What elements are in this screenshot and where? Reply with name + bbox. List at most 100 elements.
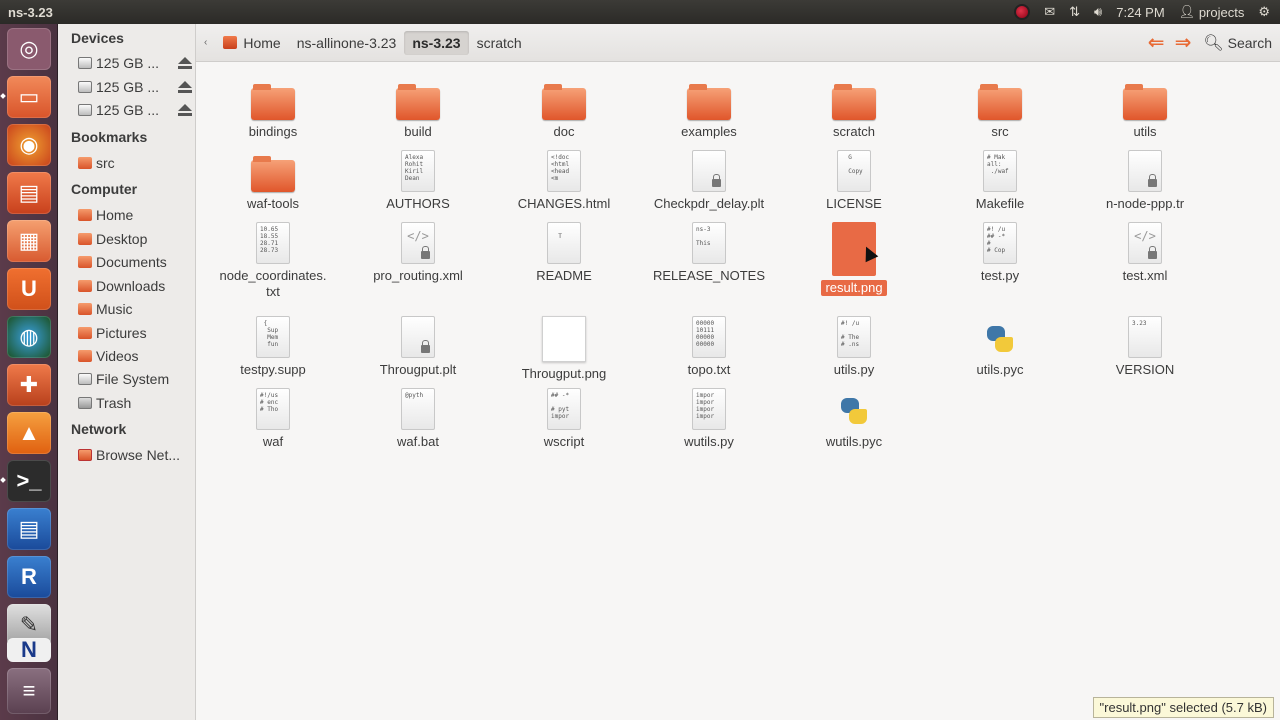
lock-icon [421, 246, 430, 259]
file-item[interactable]: bindings [209, 76, 337, 140]
r-icon[interactable]: R [7, 556, 51, 598]
sidebar-item-music[interactable]: Music [78, 298, 196, 320]
user-menu[interactable]: 👤︎ projects [1179, 4, 1245, 20]
files-icon[interactable]: ▭ [7, 76, 51, 118]
text-file-icon: T [542, 220, 586, 264]
file-item[interactable]: doc [500, 76, 628, 140]
file-item[interactable]: ## -* # pyt impor wscript [500, 386, 628, 450]
volume-icon[interactable]: 🔊︎ [1094, 4, 1102, 20]
file-item[interactable]: 00000 10111 00000 00000 topo.txt [645, 314, 773, 378]
file-item[interactable]: src [936, 76, 1064, 140]
locked-file-icon [1123, 148, 1167, 192]
file-item[interactable]: G Copy LICENSE [790, 148, 918, 212]
sidebar-item-desktop[interactable]: Desktop [78, 228, 196, 250]
file-item[interactable]: <!doc <html <head <m CHANGES.html [500, 148, 628, 212]
breadcrumb-ns-allinone[interactable]: ns-allinone-3.23 [289, 31, 405, 55]
file-name: doc [553, 124, 575, 139]
session-gear-icon[interactable]: ⚙ [1258, 4, 1270, 20]
file-item[interactable]: #! /u # The # .ns utils.py [790, 314, 918, 378]
globe-icon[interactable]: ◍ [7, 316, 51, 358]
file-name: Checkpdr_delay.plt [653, 196, 765, 211]
software-center-icon[interactable]: ▦ [7, 220, 51, 262]
sidebar-item-trash[interactable]: Trash [78, 392, 196, 414]
eject-icon[interactable] [178, 104, 192, 116]
drive-icon [78, 57, 92, 69]
sidebar-item-home[interactable]: Home [78, 204, 196, 226]
mail-icon[interactable]: ✉ [1044, 4, 1055, 20]
sidebar-item-file-system[interactable]: File System [78, 368, 196, 390]
search-icon[interactable]: 🔍︎ [1203, 33, 1223, 53]
file-item[interactable]: </> pro_routing.xml [354, 220, 482, 284]
file-item[interactable]: 10.65 18.55 28.71 28.73 node_coordinates.… [209, 220, 337, 300]
file-item[interactable]: build [354, 76, 482, 140]
sidebar-item-videos[interactable]: Videos [78, 345, 196, 367]
file-item[interactable]: utils.pyc [936, 314, 1064, 378]
terminal-icon[interactable]: >_ [7, 460, 51, 502]
folder-icon [396, 76, 440, 120]
file-item[interactable]: n-node-ppp.tr [1081, 148, 1209, 212]
impress-icon[interactable]: ▤ [7, 172, 51, 214]
forward-arrow-icon[interactable]: ⇒ [1175, 30, 1192, 55]
file-item[interactable]: @pyth waf.bat [354, 386, 482, 450]
writer-icon[interactable]: ▤ [7, 508, 51, 550]
videos-icon [78, 350, 92, 362]
file-item[interactable]: # Mak all: ./waf Makefile [936, 148, 1064, 212]
system-tray: ✉ ⇅ 🔊︎ 7:24 PM 👤︎ projects ⚙ [1014, 4, 1280, 20]
eject-icon[interactable] [178, 57, 192, 69]
settings-icon[interactable]: ✚ [7, 364, 51, 406]
drive-icon [78, 104, 92, 116]
trash-stack-icon[interactable]: ≡ [7, 668, 51, 714]
ubuntu-one-icon[interactable]: U [7, 268, 51, 310]
breadcrumb-ns-3-23[interactable]: ns-3.23 [404, 30, 469, 55]
file-item[interactable]: </> test.xml [1081, 220, 1209, 284]
record-indicator-icon[interactable] [1014, 4, 1031, 20]
file-item[interactable]: #!/us # enc # Tho waf [209, 386, 337, 450]
breadcrumb-home[interactable]: Home [215, 31, 288, 55]
file-item[interactable]: wutils.pyc [790, 386, 918, 450]
file-item[interactable]: examples [645, 76, 773, 140]
file-item[interactable]: Througput.png [500, 314, 628, 382]
sidebar-item-device-1[interactable]: 125 GB ... [78, 52, 196, 74]
folder-icon [978, 76, 1022, 120]
file-item[interactable]: Checkpdr_delay.plt [645, 148, 773, 212]
file-item[interactable]: T README [500, 220, 628, 284]
xml-file-icon: </> [1123, 220, 1167, 264]
sidebar-item-downloads[interactable]: Downloads [78, 275, 196, 297]
text-file-icon: { Sup Mem fun [251, 314, 295, 358]
text-file-icon: #! /u # The # .ns [832, 314, 876, 358]
documents-icon [78, 256, 92, 268]
sidebar-item-device-3[interactable]: 125 GB ... [78, 99, 196, 121]
vlc-icon[interactable]: ▲ [7, 412, 51, 454]
network-icon[interactable]: ⇅ [1069, 4, 1080, 20]
eject-icon[interactable] [178, 81, 192, 93]
file-item[interactable]: result.png [790, 220, 918, 296]
sidebar-item-documents[interactable]: Documents [78, 251, 196, 273]
file-item[interactable]: { Sup Mem fun testpy.supp [209, 314, 337, 378]
clock[interactable]: 7:24 PM [1116, 5, 1164, 20]
file-item[interactable]: waf-tools [209, 148, 337, 212]
file-item[interactable]: impor impor impor impor wutils.py [645, 386, 773, 450]
ubuntu-dash-icon[interactable]: ◎ [7, 28, 51, 70]
file-name: bindings [248, 124, 298, 139]
file-item[interactable]: 3.23 VERSION [1081, 314, 1209, 378]
sidebar-item-pictures[interactable]: Pictures [78, 322, 196, 344]
sidebar-item-browse-network[interactable]: Browse Net... [78, 444, 196, 466]
nam-icon[interactable]: N [7, 637, 51, 662]
breadcrumb-scratch[interactable]: scratch [469, 31, 530, 55]
sidebar-item-device-2[interactable]: 125 GB ... [78, 76, 196, 98]
file-name: wutils.py [684, 434, 734, 449]
path-scroll-left-icon[interactable]: ‹ [196, 37, 215, 48]
file-item[interactable]: ns-3 This RELEASE_NOTES [645, 220, 773, 284]
file-name: utils.py [833, 362, 875, 377]
folder-icon [832, 76, 876, 120]
search-button[interactable]: Search [1228, 35, 1272, 51]
file-item[interactable]: Alexa Rohit Kiril Dean AUTHORS [354, 148, 482, 212]
file-item[interactable]: scratch [790, 76, 918, 140]
firefox-icon[interactable]: ◉ [7, 124, 51, 166]
sidebar-item-src[interactable]: src [78, 152, 196, 174]
file-item[interactable]: Througput.plt [354, 314, 482, 378]
file-item[interactable]: #! /u ## -* # # Cop test.py [936, 220, 1064, 284]
file-name: CHANGES.html [517, 196, 611, 211]
back-arrow-icon[interactable]: ⇐ [1148, 30, 1165, 55]
file-item[interactable]: utils [1081, 76, 1209, 140]
